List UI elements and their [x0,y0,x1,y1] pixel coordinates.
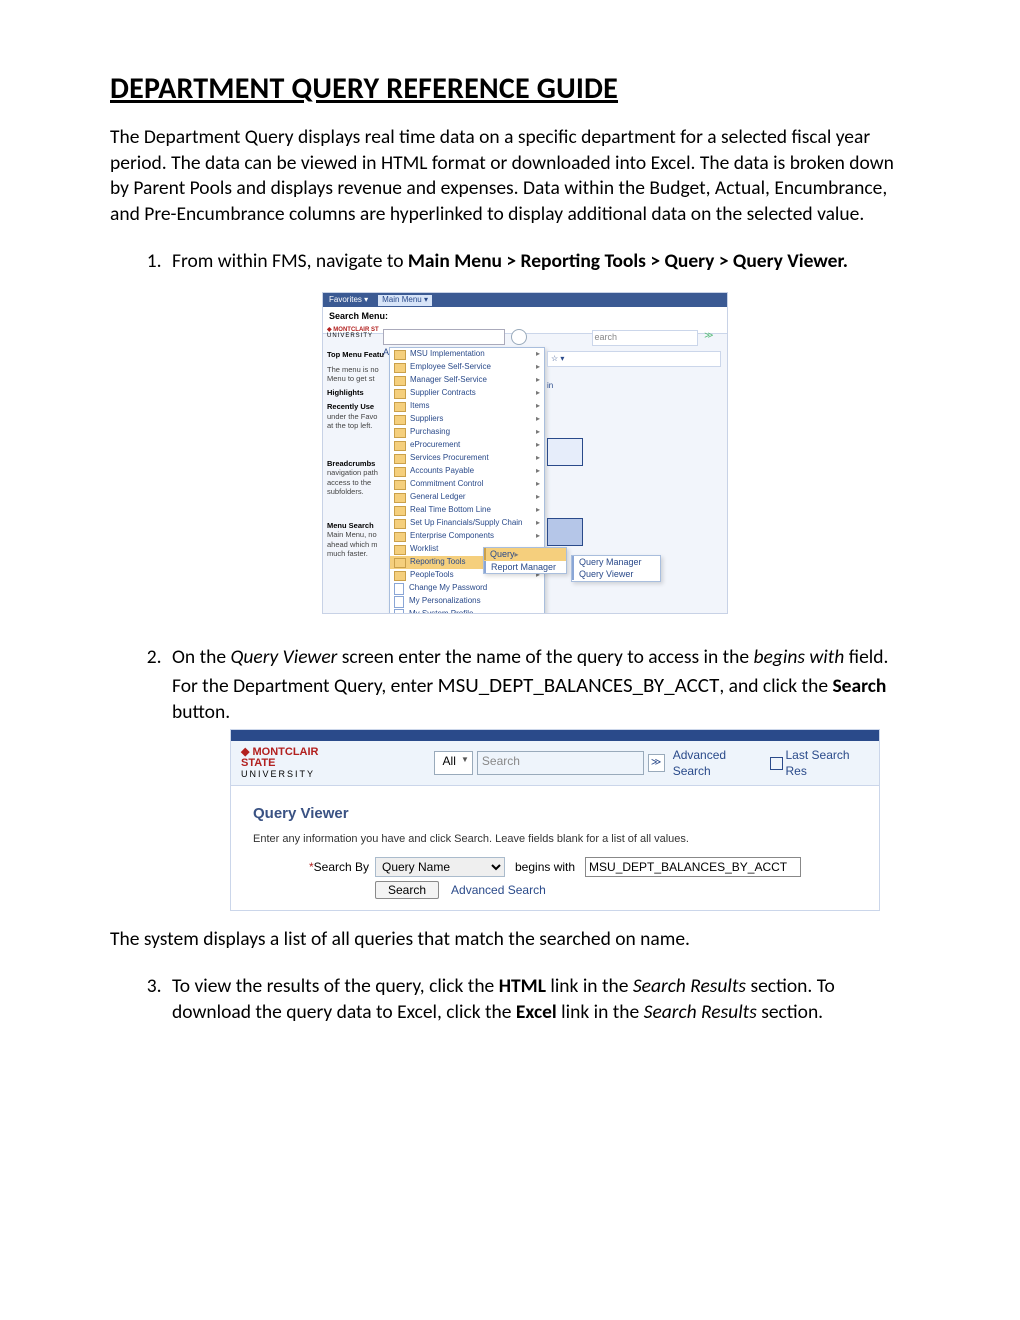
search-by-select[interactable]: Query Name [375,857,505,877]
submenu-query: Query Manager Query Viewer [571,555,661,581]
last-search-icon [770,757,782,770]
s2-b: Query Viewer [230,645,337,669]
lp-9: access to the [327,479,389,487]
menu-item[interactable]: Purchasing▸ [390,426,544,439]
main-menu-dropdown: MSU Implementation▸ Employee Self-Servic… [389,347,545,614]
lp-7: Breadcrumbs [327,460,389,468]
menu-item[interactable]: My System Profile [390,608,544,614]
submenu-item-query[interactable]: Query▸ [484,548,566,561]
s2-i: button. [172,700,230,724]
msu-logo-2: ◆ MONTCLAIR STATE UNIVERSITY [241,747,350,780]
lp-11: Menu Search [327,522,389,530]
tab-favorites[interactable]: Favorites ▾ [329,295,368,306]
menu-item[interactable]: Supplier Contracts▸ [390,387,544,400]
last-search-link[interactable]: Last Search Res [770,747,869,779]
lp-12: Main Menu, no [327,531,389,539]
lp-10: subfolders. [327,488,389,496]
submenu-item-query-viewer[interactable]: Query Viewer [572,568,660,580]
s2-a: On the [172,645,230,669]
screenshot-menu-nav: Favorites ▾ Main Menu ▾ Search Menu: ◆ M… [322,292,728,614]
submenu-item-report-manager[interactable]: Report Manager [484,561,566,573]
menu-item[interactable]: Set Up Financials/Supply Chain▸ [390,517,544,530]
lp-3: Highlights [327,389,389,397]
right-panel: ☆ ▾ in [547,351,721,548]
lp-1: The menu is no [327,366,389,374]
menu-item[interactable]: Commitment Control▸ [390,478,544,491]
lp-8: navigation path [327,469,389,477]
panel-hint: Enter any information you have and click… [253,832,857,847]
menu-item[interactable]: Employee Self-Service▸ [390,361,544,374]
msu-logo: ◆ MONTCLAIR ST UNIVERSITY [327,327,383,347]
pill-1[interactable]: ☆ ▾ [547,351,721,367]
s3-c: link in the [550,974,633,998]
submenu-reporting-tools: Query▸ Report Manager [483,547,567,574]
menu-item[interactable]: General Ledger▸ [390,491,544,504]
panel-title: Query Viewer [253,804,857,824]
global-header: ◆ MONTCLAIR STATE UNIVERSITY All Search … [231,741,879,786]
s3-i: section. [761,1000,823,1024]
s2-g: , and click the [719,674,832,698]
menu-item[interactable]: eProcurement▸ [390,439,544,452]
linky-in[interactable]: in [547,381,553,390]
s3-a: To view the results of the query, click … [172,974,499,998]
logo-line2: UNIVERSITY [327,333,373,339]
s2-c: screen enter the name of the query to ac… [342,645,754,669]
thumb-1[interactable] [547,438,583,466]
menu-item[interactable]: Manager Self-Service▸ [390,374,544,387]
s3-d: Search Results [633,974,746,998]
s2-h: Search [832,674,886,698]
lp-13: ahead which m [327,541,389,549]
menu-item[interactable]: MSU Implementation▸ [390,348,544,361]
advanced-search-link-2[interactable]: Advanced Search [451,882,546,898]
step-2: On the Query Viewer screen enter the nam… [166,644,910,911]
menu-item[interactable]: Real Time Bottom Line▸ [390,504,544,517]
menu-item[interactable]: Change My Password [390,582,544,595]
page-title: DEPARTMENT QUERY REFERENCE GUIDE [110,70,910,107]
lp-2: Menu to get st [327,375,389,383]
intro-paragraph: The Department Query displays real time … [110,125,910,228]
step-1-path: Main Menu > Reporting Tools > Query > Qu… [408,249,848,273]
step-1-text: From within FMS, navigate to [172,249,408,273]
s2-d: begins with [754,645,845,669]
search-go-icon[interactable]: ≫ [704,329,713,341]
search-by-label: *Search By [253,859,369,875]
global-search-input[interactable]: Search [477,751,644,775]
menu-item[interactable]: Suppliers▸ [390,413,544,426]
s3-h: Search Results [644,1000,757,1024]
submenu-item-query-manager[interactable]: Query Manager [572,556,660,568]
menu-item[interactable]: Items▸ [390,400,544,413]
menu-item[interactable]: Services Procurement▸ [390,452,544,465]
menu-item[interactable]: My Personalizations [390,595,544,608]
search-button[interactable]: Search [375,881,439,899]
screenshot-query-viewer: ◆ MONTCLAIR STATE UNIVERSITY All Search … [230,729,880,911]
menu-item[interactable]: Accounts Payable▸ [390,465,544,478]
menu-item[interactable]: Enterprise Components▸ [390,530,544,543]
lp-0: Top Menu Featu [327,351,389,359]
lp-14: much faster. [327,550,389,558]
lp-6: at the top left. [327,422,389,430]
breadcrumb-bar [231,730,879,741]
step-1: From within FMS, navigate to Main Menu >… [166,248,910,614]
begins-with-label: begins with [515,859,575,875]
query-name-input[interactable] [585,857,801,877]
scope-select[interactable]: All [434,751,473,775]
step-3: To view the results of the query, click … [166,973,910,1026]
left-help-panel: Top Menu Featu The menu is no Menu to ge… [327,351,389,564]
s3-g: link in the [561,1000,644,1024]
menu-search-go-icon[interactable] [511,329,527,345]
s2-f: MSU_DEPT_BALANCES_BY_ACCT [438,672,720,698]
lp-4: Recently Use [327,403,389,411]
global-search-go-icon[interactable]: ≫ [648,754,665,772]
advanced-search-link[interactable]: Advanced Search [673,747,762,779]
tab-main-menu[interactable]: Main Menu ▾ [378,295,432,306]
lp-5: under the Favo [327,413,389,421]
thumb-2[interactable] [547,518,583,546]
s3-f: Excel [516,1000,557,1024]
s3-b: HTML [499,974,546,998]
mid-paragraph: The system displays a list of all querie… [110,927,910,953]
global-search-ph[interactable]: earch [592,330,698,346]
menu-search-input[interactable] [383,329,505,345]
